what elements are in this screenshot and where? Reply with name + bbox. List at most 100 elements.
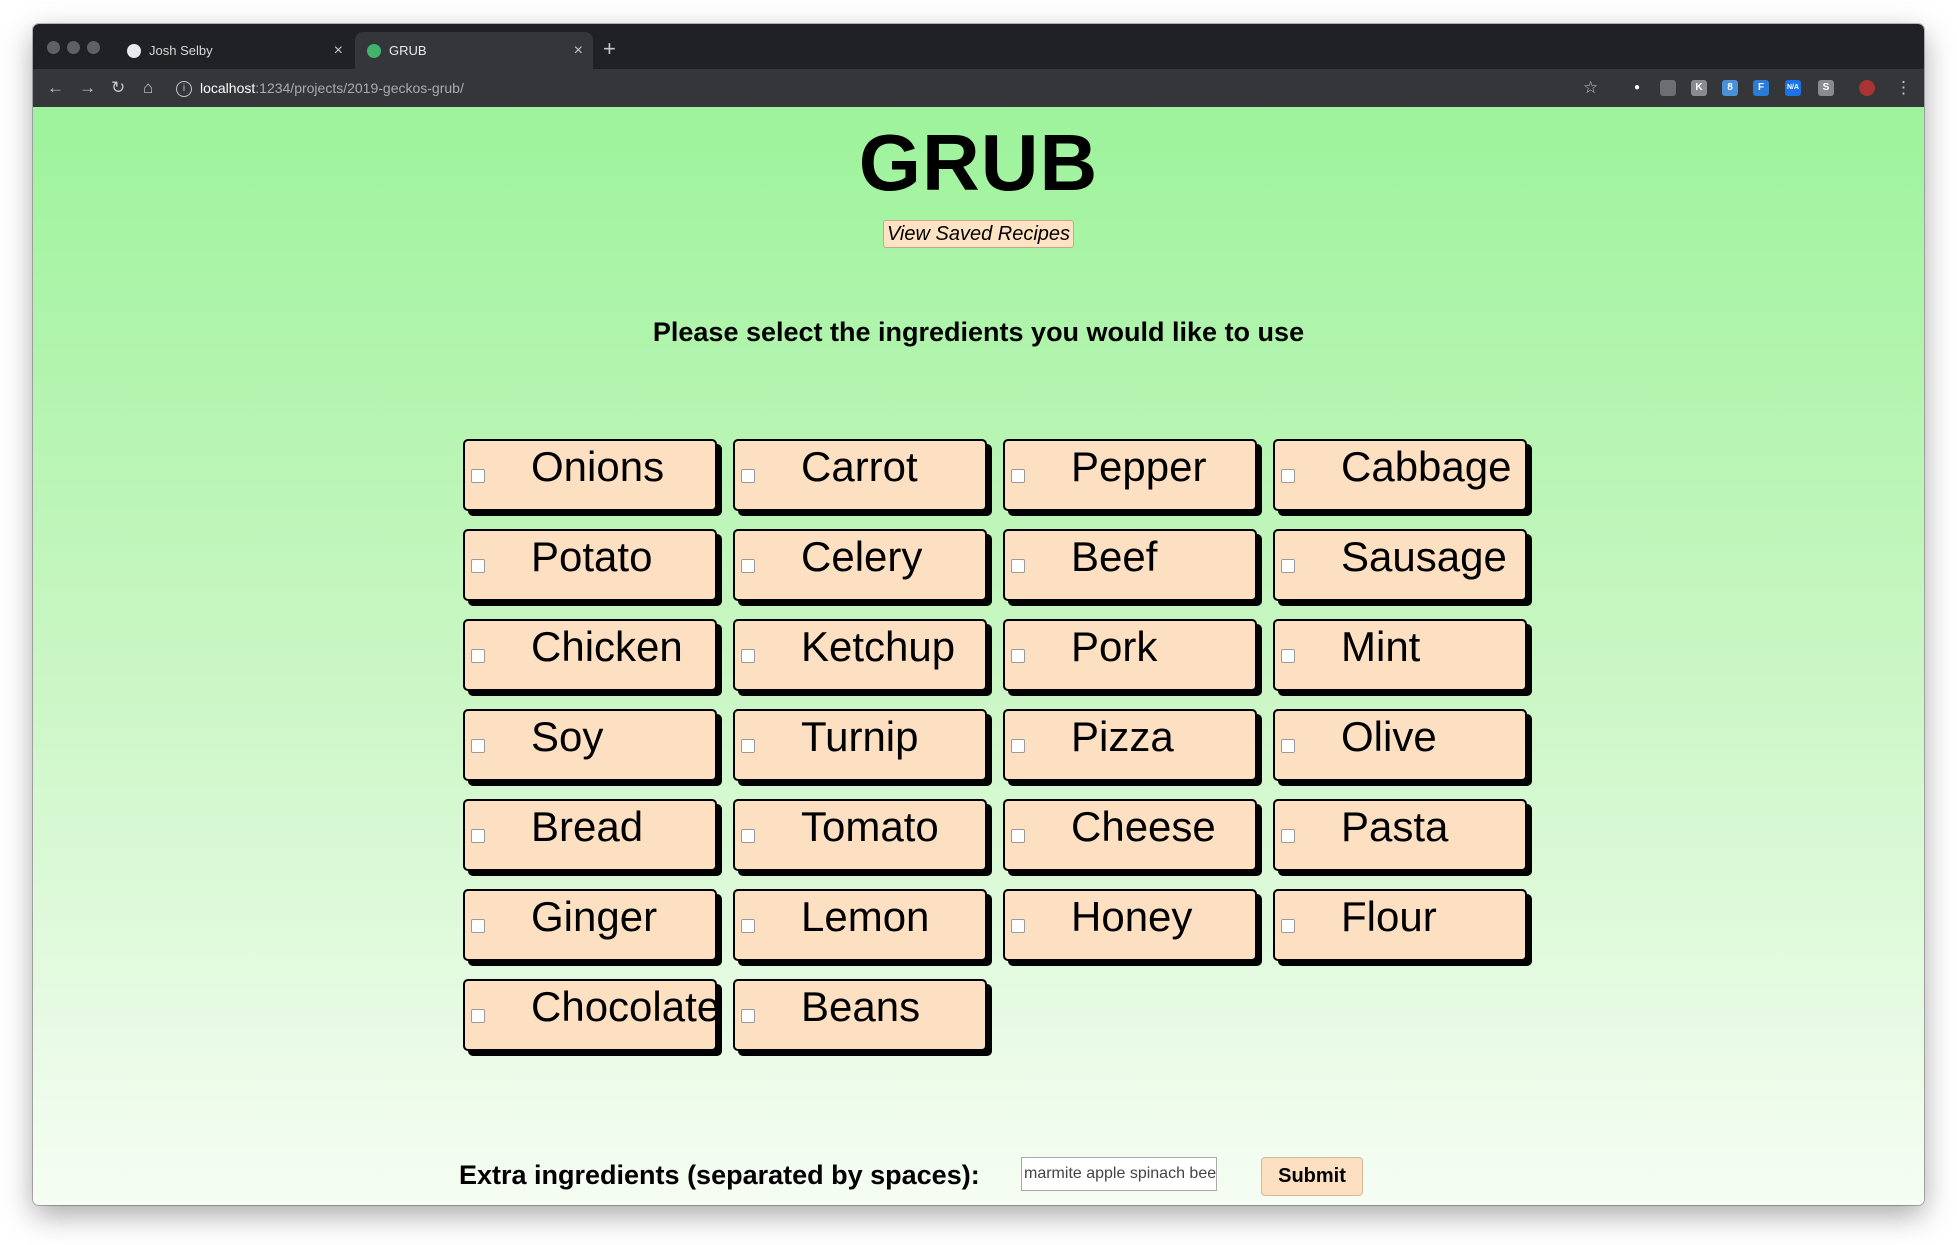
instructions-heading: Please select the ingredients you would … xyxy=(652,317,1305,347)
reload-icon[interactable]: ↻ xyxy=(111,69,125,107)
ingredient-card-celery[interactable]: Celery xyxy=(733,529,987,601)
ingredient-label: Onions xyxy=(531,443,665,490)
view-saved-recipes-button[interactable]: View Saved Recipes xyxy=(883,220,1074,248)
url-host: localhost xyxy=(200,80,256,96)
8-extension-icon[interactable]: 8 xyxy=(1722,80,1738,96)
tab-strip: Josh Selby × GRUB × + xyxy=(33,24,1924,69)
zoom-window-icon[interactable] xyxy=(87,41,100,54)
ingredient-checkbox[interactable] xyxy=(1281,649,1295,663)
ingredient-checkbox[interactable] xyxy=(1281,919,1295,933)
pin-icon[interactable]: ● xyxy=(1629,80,1645,96)
ingredient-label: Soy xyxy=(531,713,604,760)
s-extension-icon[interactable]: S xyxy=(1818,80,1834,96)
tab-josh-selby[interactable]: Josh Selby × xyxy=(115,32,353,69)
ingredient-label: Honey xyxy=(1071,893,1193,940)
ingredient-card-honey[interactable]: Honey xyxy=(1003,889,1257,961)
ingredient-label: Pork xyxy=(1071,623,1158,670)
ingredient-checkbox[interactable] xyxy=(741,469,755,483)
ingredient-card-potato[interactable]: Potato xyxy=(463,529,717,601)
ingredient-checkbox[interactable] xyxy=(1281,559,1295,573)
ingredient-card-turnip[interactable]: Turnip xyxy=(733,709,987,781)
ingredient-checkbox[interactable] xyxy=(1281,739,1295,753)
ingredient-checkbox[interactable] xyxy=(471,829,485,843)
ingredient-card-beef[interactable]: Beef xyxy=(1003,529,1257,601)
ingredient-card-ketchup[interactable]: Ketchup xyxy=(733,619,987,691)
ingredient-label: Flour xyxy=(1341,893,1437,940)
ingredient-checkbox[interactable] xyxy=(1011,919,1025,933)
ingredient-card-cheese[interactable]: Cheese xyxy=(1003,799,1257,871)
ingredient-checkbox[interactable] xyxy=(471,559,485,573)
menu-icon[interactable]: ⋮ xyxy=(1895,69,1912,107)
ingredient-checkbox[interactable] xyxy=(471,739,485,753)
ingredient-label: Turnip xyxy=(801,713,919,760)
ingredient-card-flour[interactable]: Flour xyxy=(1273,889,1527,961)
tab-title: Josh Selby xyxy=(149,43,213,58)
ingredient-checkbox[interactable] xyxy=(741,1009,755,1023)
ingredient-card-tomato[interactable]: Tomato xyxy=(733,799,987,871)
ingredient-label: Pepper xyxy=(1071,443,1207,490)
ingredient-card-olive[interactable]: Olive xyxy=(1273,709,1527,781)
ingredient-checkbox[interactable] xyxy=(1281,829,1295,843)
ingredient-checkbox[interactable] xyxy=(471,919,485,933)
address-bar[interactable]: i localhost:1234/projects/2019-geckos-gru… xyxy=(176,74,464,102)
ingredient-checkbox[interactable] xyxy=(741,559,755,573)
screenshot-icon[interactable] xyxy=(1660,80,1676,96)
page-content: GRUB View Saved Recipes Please select th… xyxy=(33,107,1924,1205)
ingredient-card-pork[interactable]: Pork xyxy=(1003,619,1257,691)
close-tab-icon[interactable]: × xyxy=(574,32,583,69)
browser-toolbar: ← → ↻ ⌂ i localhost:1234/projects/2019-ge… xyxy=(33,69,1924,107)
na-extension-icon[interactable]: N/A xyxy=(1785,80,1801,96)
ingredient-checkbox[interactable] xyxy=(1011,829,1025,843)
ingredient-checkbox[interactable] xyxy=(741,649,755,663)
ingredient-checkbox[interactable] xyxy=(741,829,755,843)
extra-ingredients-input[interactable]: marmite apple spinach bee xyxy=(1021,1157,1217,1191)
ingredient-card-bread[interactable]: Bread xyxy=(463,799,717,871)
ingredient-card-soy[interactable]: Soy xyxy=(463,709,717,781)
back-icon[interactable]: ← xyxy=(47,69,64,107)
ingredient-label: Beans xyxy=(801,983,921,1030)
minimize-window-icon[interactable] xyxy=(67,41,80,54)
ingredient-checkbox[interactable] xyxy=(1011,649,1025,663)
ingredient-checkbox[interactable] xyxy=(471,469,485,483)
ingredient-card-pizza[interactable]: Pizza xyxy=(1003,709,1257,781)
ingredient-card-chocolate[interactable]: Chocolate xyxy=(463,979,721,1051)
forward-icon[interactable]: → xyxy=(79,69,96,107)
ingredient-checkbox[interactable] xyxy=(471,649,485,663)
ingredient-card-mint[interactable]: Mint xyxy=(1273,619,1527,691)
ingredient-checkbox[interactable] xyxy=(1281,469,1295,483)
star-icon[interactable]: ☆ xyxy=(1583,69,1598,107)
ingredient-label: Chocolate xyxy=(531,983,721,1030)
ingredient-checkbox[interactable] xyxy=(1011,739,1025,753)
ingredient-card-carrot[interactable]: Carrot xyxy=(733,439,987,511)
ingredient-checkbox[interactable] xyxy=(741,919,755,933)
ingredient-checkbox[interactable] xyxy=(1011,559,1025,573)
profile-icon[interactable] xyxy=(1859,80,1875,96)
ingredient-card-pasta[interactable]: Pasta xyxy=(1273,799,1527,871)
info-icon[interactable]: i xyxy=(176,81,192,98)
ingredient-label: Mint xyxy=(1341,623,1421,670)
ingredient-card-sausage[interactable]: Sausage xyxy=(1273,529,1527,601)
tab-grub[interactable]: GRUB × xyxy=(355,32,593,69)
ingredient-checkbox[interactable] xyxy=(471,1009,485,1023)
close-window-icon[interactable] xyxy=(47,41,60,54)
tab-title: GRUB xyxy=(389,43,427,58)
ingredient-card-ginger[interactable]: Ginger xyxy=(463,889,717,961)
k-extension-icon[interactable]: K xyxy=(1691,80,1707,96)
ingredient-card-chicken[interactable]: Chicken xyxy=(463,619,717,691)
ingredient-checkbox[interactable] xyxy=(1011,469,1025,483)
ingredient-card-lemon[interactable]: Lemon xyxy=(733,889,987,961)
ingredient-label: Beef xyxy=(1071,533,1158,580)
ingredient-label: Sausage xyxy=(1341,533,1507,580)
ingredient-card-cabbage[interactable]: Cabbage xyxy=(1273,439,1527,511)
f-extension-icon[interactable]: F xyxy=(1753,80,1769,96)
ingredient-card-onions[interactable]: Onions xyxy=(463,439,717,511)
ingredient-card-pepper[interactable]: Pepper xyxy=(1003,439,1257,511)
new-tab-button[interactable]: + xyxy=(603,34,616,64)
close-tab-icon[interactable]: × xyxy=(334,32,343,69)
home-icon[interactable]: ⌂ xyxy=(143,69,153,107)
submit-button[interactable]: Submit xyxy=(1261,1157,1363,1196)
ingredient-label: Chicken xyxy=(531,623,683,670)
ingredient-card-beans[interactable]: Beans xyxy=(733,979,987,1051)
ingredient-label: Potato xyxy=(531,533,653,580)
ingredient-checkbox[interactable] xyxy=(741,739,755,753)
